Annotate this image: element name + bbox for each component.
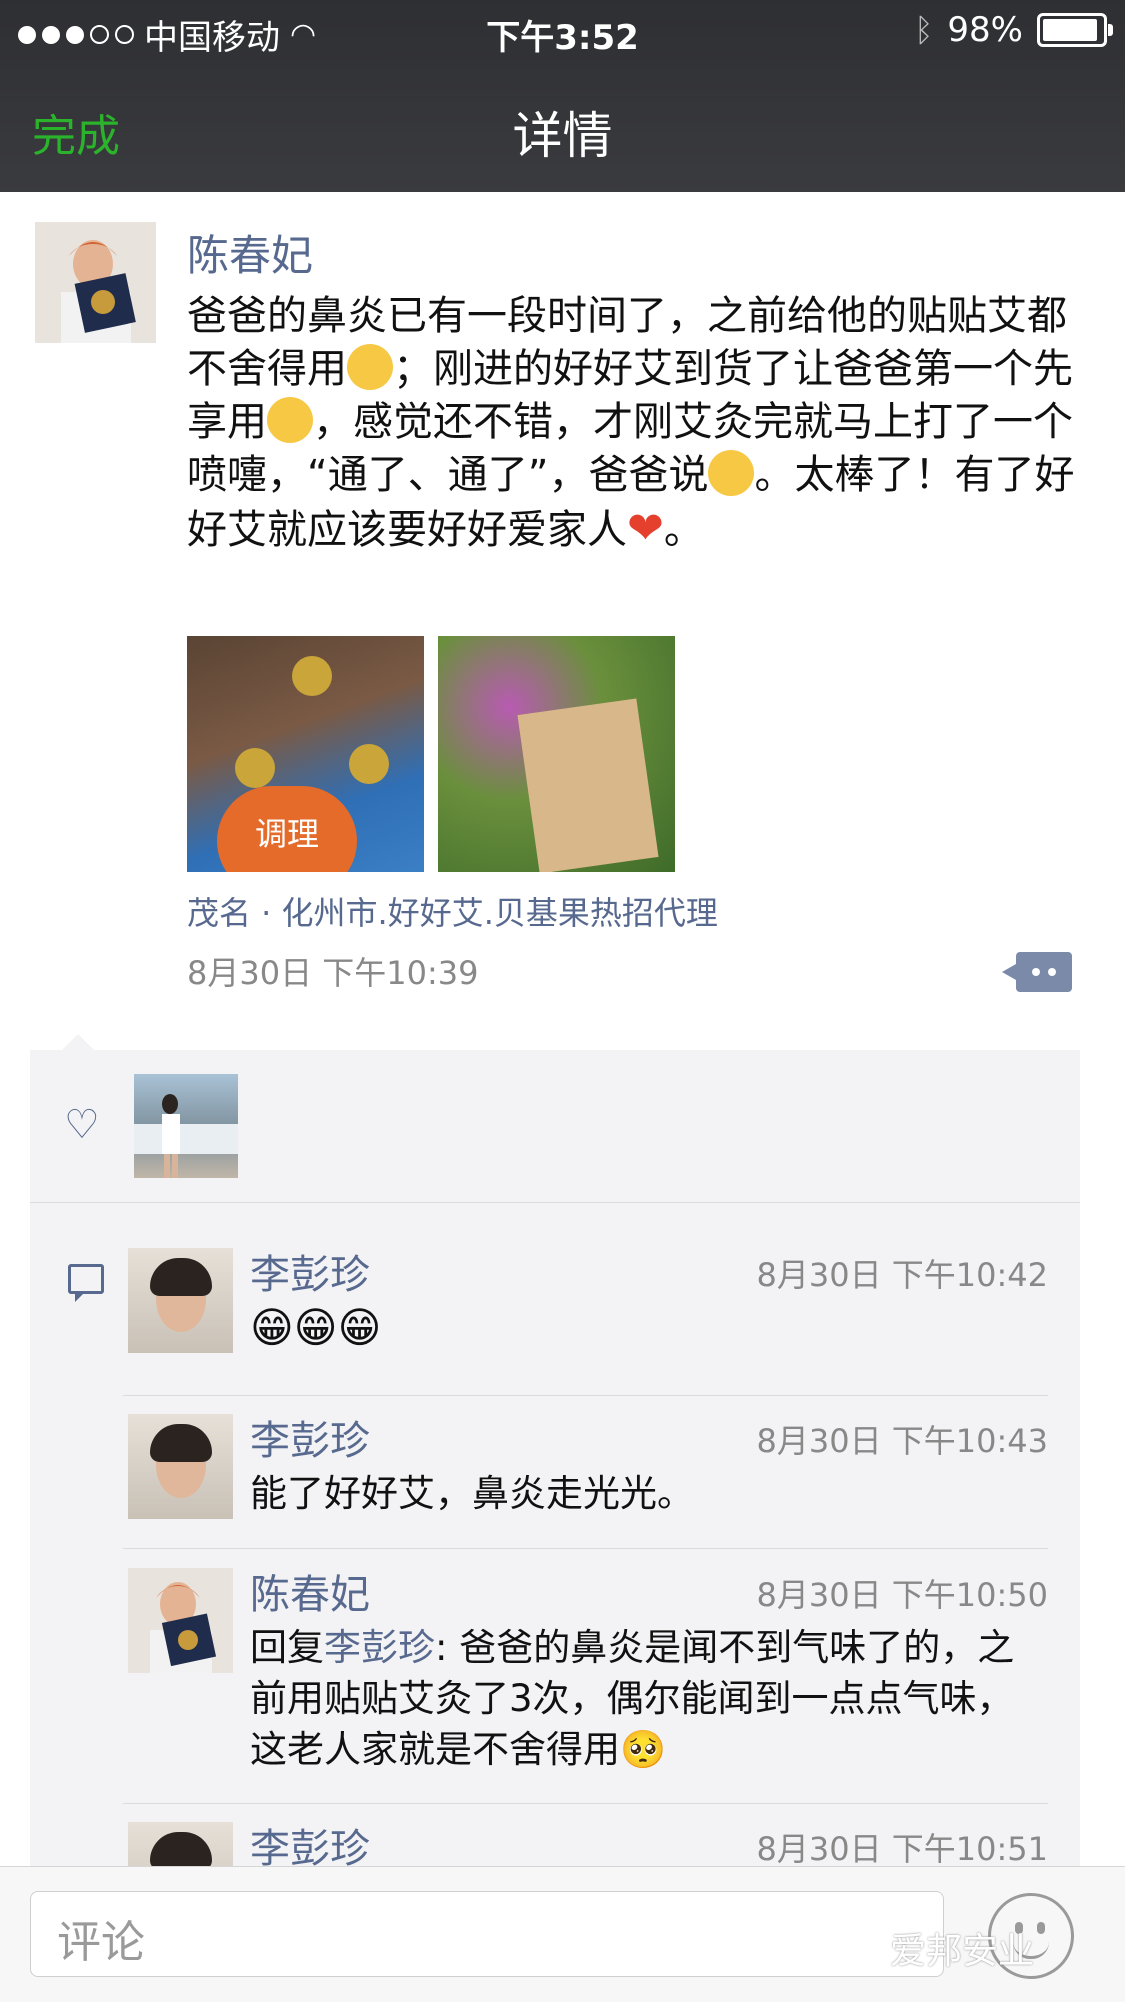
post-photo-1[interactable]: 调理: [187, 636, 424, 872]
comment-time: 8月30日 下午10:50: [756, 1576, 1048, 1614]
bluetooth-icon: ᛒ: [914, 11, 934, 49]
comment-placeholder: 评论: [57, 1917, 145, 1968]
post-text: 爸爸的鼻炎已有一段时间了，之前给他的贴贴艾都不舍得用 ；刚进的好好艾到货了让爸爸第…: [187, 290, 1097, 557]
page-title: 详情: [512, 107, 613, 165]
post-timestamp: 8月30日 下午10:39: [187, 954, 479, 992]
comment-item: 陈春妃 8月30日 下午10:50 回复李彭珍: 爸爸的鼻炎是闻不到气味了的，之…: [128, 1568, 1048, 1771]
commenter-avatar[interactable]: [128, 1568, 233, 1673]
smile-emoji-icon: [708, 450, 755, 496]
post-text-part: 。: [663, 507, 704, 553]
post-author[interactable]: 陈春妃: [187, 222, 313, 283]
smile-emoji-icon: [267, 397, 313, 443]
product-box: [517, 698, 659, 872]
commenter-avatar[interactable]: [128, 1414, 233, 1519]
battery-percent: 98%: [947, 10, 1023, 50]
commenter-avatar[interactable]: [128, 1248, 233, 1353]
status-bar: 中国移动 ◠ 下午3:52 ᛒ 98%: [0, 0, 1125, 62]
comment-time: 8月30日 下午10:42: [756, 1256, 1048, 1294]
battery-icon: [1037, 13, 1113, 47]
comment-time: 8月30日 下午10:43: [756, 1422, 1048, 1460]
comment-icon: [68, 1264, 104, 1302]
comment-text: 能了好好艾，鼻炎走光光。: [250, 1472, 694, 1515]
top-bar: 中国移动 ◠ 下午3:52 ᛒ 98% 完成 详情: [0, 0, 1125, 192]
comment-text: 😁😁😁: [250, 1303, 382, 1352]
heart-icon: ♡: [64, 1102, 100, 1148]
reply-mention[interactable]: 李彭珍: [324, 1626, 435, 1669]
post-location[interactable]: 茂名 · 化州市.好好艾.贝基果热招代理: [187, 888, 718, 934]
sad-emoji-icon: [347, 344, 393, 390]
post-photo-2[interactable]: [438, 636, 675, 872]
commenter-name[interactable]: 李彭珍: [250, 1242, 370, 1300]
comment-item: 李彭珍 8月30日 下午10:43 能了好好艾，鼻炎走光光。: [128, 1414, 1048, 1534]
status-right: ᛒ 98%: [914, 10, 1113, 50]
comment-input[interactable]: 评论: [30, 1891, 944, 1977]
author-avatar[interactable]: [35, 222, 156, 343]
likes-row: ♡: [30, 1050, 1080, 1203]
comment-item: 李彭珍 8月30日 下午10:42 😁😁😁: [128, 1248, 1048, 1368]
comment-menu-button[interactable]: [1002, 952, 1072, 992]
comment-text: 回复李彭珍: 爸爸的鼻炎是闻不到气味了的，之前用贴贴艾灸了3次，偶尔能闻到一点点…: [250, 1622, 1040, 1775]
comment-time: 8月30日 下午10:51: [756, 1830, 1048, 1868]
commenter-name[interactable]: 李彭珍: [250, 1408, 370, 1466]
watermark: 爱邦安业: [890, 1931, 1035, 1972]
like-avatar[interactable]: [134, 1074, 238, 1178]
photo-tag: 调理: [217, 786, 357, 872]
reply-prefix: 回复: [250, 1626, 324, 1669]
divider: [123, 1395, 1048, 1396]
heart-emoji-icon: ❤: [627, 503, 664, 554]
divider: [123, 1803, 1048, 1804]
interaction-area: ♡ 李彭珍 8月30日 下午10:42 😁😁😁 李彭珍 8月30日 下午10:4…: [30, 1034, 1080, 1927]
divider: [123, 1548, 1048, 1549]
commenter-name[interactable]: 陈春妃: [250, 1562, 370, 1620]
